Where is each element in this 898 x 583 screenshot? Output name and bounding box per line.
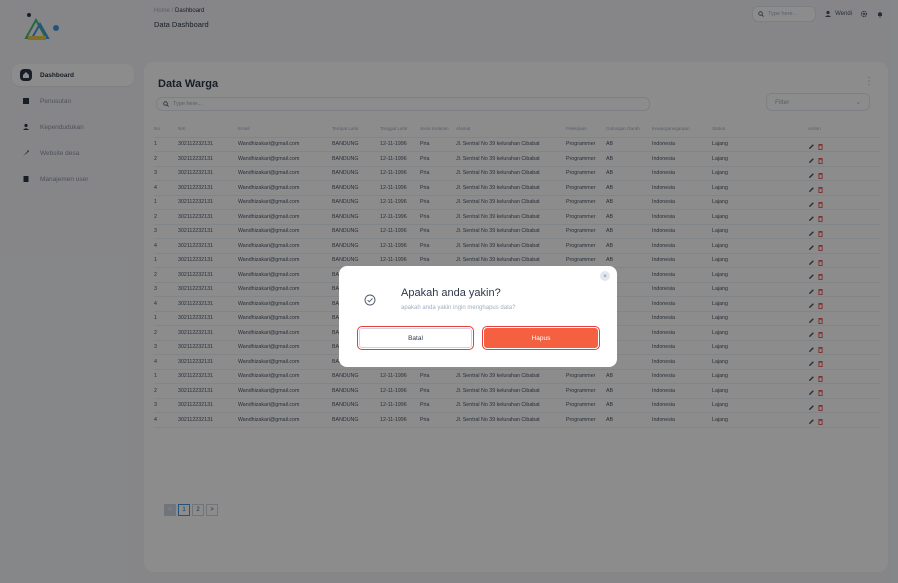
cancel-button[interactable]: Batal xyxy=(357,326,474,350)
close-icon[interactable]: × xyxy=(600,271,610,281)
check-circle-icon xyxy=(364,294,376,306)
confirm-delete-modal: × Apakah anda yakin? apakah anda yakin i… xyxy=(339,266,617,367)
modal-subtitle: apakah anda yakin ingin menghapus data? xyxy=(401,305,516,311)
modal-title: Apakah anda yakin? xyxy=(401,287,501,299)
delete-button[interactable]: Hapus xyxy=(482,326,600,350)
